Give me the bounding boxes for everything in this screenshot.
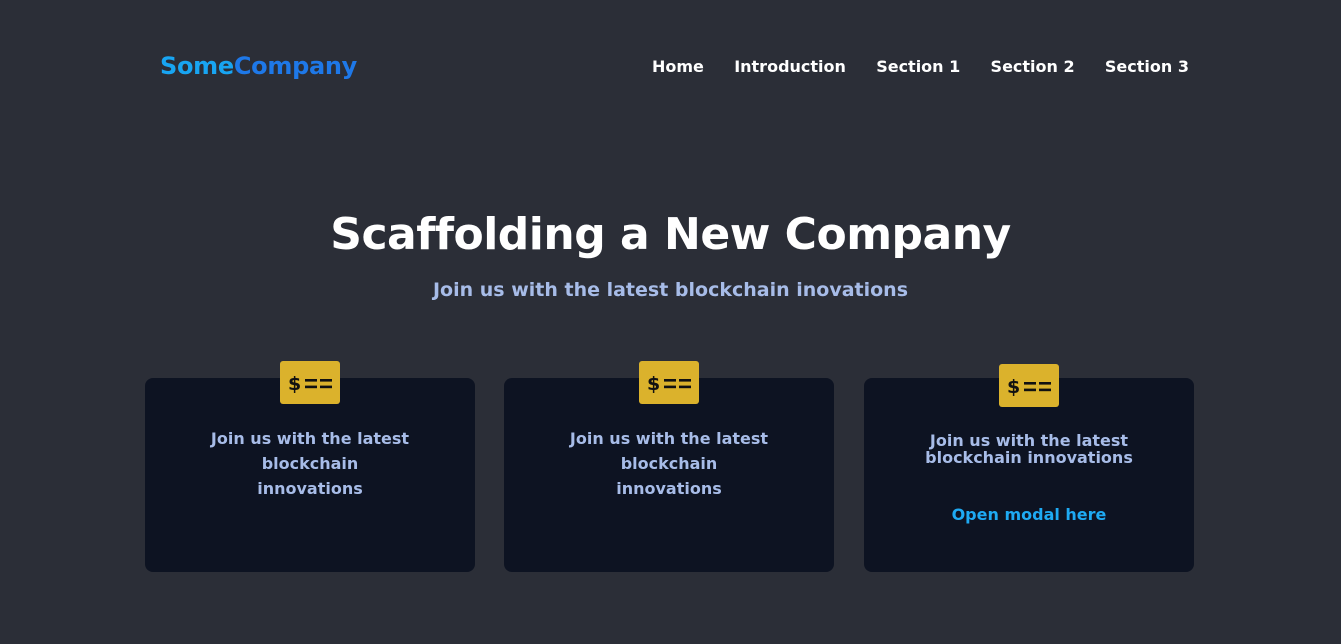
feature-card-1: $ Join us with the latest blockchain inn…	[145, 361, 475, 572]
main-nav: Home Introduction Section 1 Section 2 Se…	[652, 54, 1189, 78]
nav-section-2[interactable]: Section 2	[991, 57, 1075, 76]
money-bill-icon: $	[639, 361, 699, 404]
card-text: Join us with the latest blockchain innov…	[925, 431, 1133, 467]
nav-section-3[interactable]: Section 3	[1105, 57, 1189, 76]
logo[interactable]: SomeCompany	[160, 52, 357, 80]
hero-title: Scaffolding a New Company	[330, 209, 1011, 260]
svg-text:$: $	[288, 373, 301, 395]
card-text: Join us with the latest blockchain innov…	[569, 429, 769, 498]
svg-text:$: $	[647, 373, 660, 395]
hero-subtitle: Join us with the latest blockchain inova…	[432, 279, 909, 301]
nav-section-1[interactable]: Section 1	[876, 57, 960, 76]
feature-card-2: $ Join us with the latest blockchain inn…	[504, 361, 834, 572]
money-bill-icon: $	[999, 364, 1059, 407]
card-text: Join us with the latest blockchain innov…	[210, 429, 410, 498]
logo-some: Some	[160, 52, 234, 80]
nav-introduction[interactable]: Introduction	[734, 57, 846, 76]
svg-text:$: $	[1007, 376, 1020, 398]
money-bill-icon: $	[280, 361, 340, 404]
nav-home[interactable]: Home	[652, 57, 704, 76]
feature-card-3: $ Join us with the latest blockchain inn…	[864, 364, 1194, 572]
open-modal-link[interactable]: Open modal here	[864, 504, 1194, 526]
logo-company: Company	[233, 52, 357, 80]
